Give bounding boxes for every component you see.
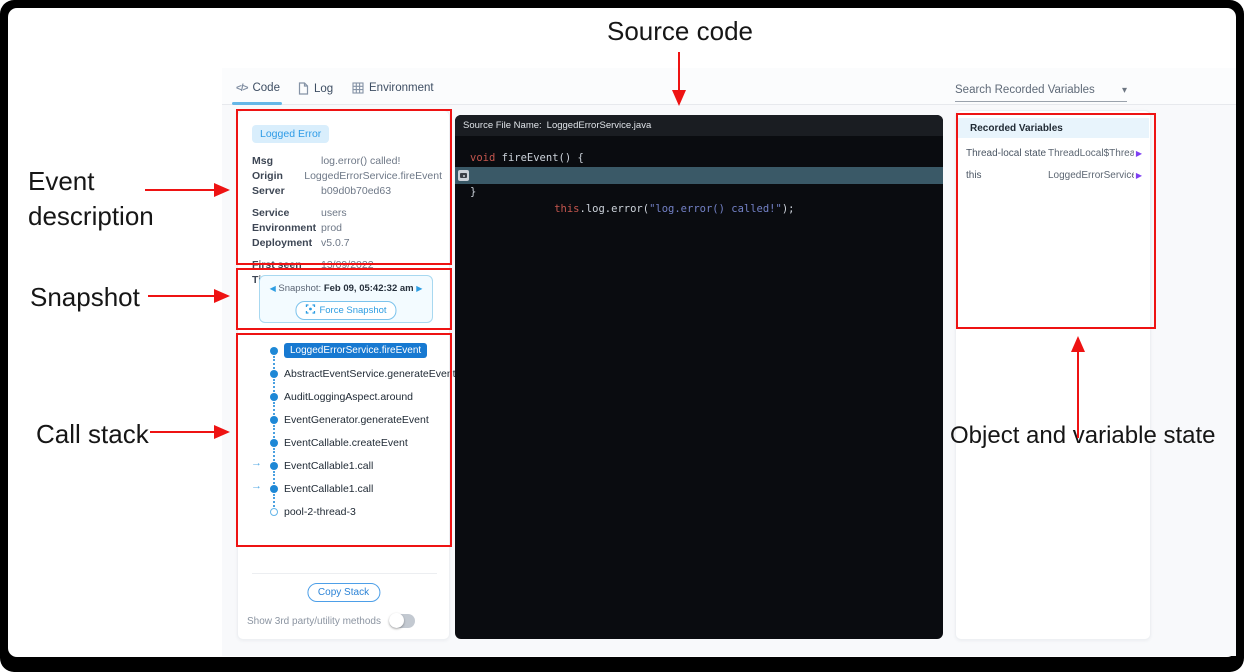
stack-frame[interactable]: → EventCallable1.call xyxy=(246,454,443,477)
stack-frame[interactable]: EventGenerator.generateEvent xyxy=(246,408,443,431)
frame-dot-icon xyxy=(270,439,278,447)
next-snapshot-arrow[interactable]: ▶ xyxy=(416,284,422,293)
frame-dot-icon xyxy=(270,347,278,355)
expand-arrow-icon[interactable]: ▶ xyxy=(1136,171,1142,180)
source-file-name: LoggedErrorService.java xyxy=(547,120,652,131)
code-line-3: } xyxy=(455,184,943,201)
code-editor: void fireEvent() { this.log.error("log.e… xyxy=(455,136,943,201)
stack-frame[interactable]: AbstractEventService.generateEvent xyxy=(246,362,443,385)
tab-code[interactable]: </> Code xyxy=(236,82,280,94)
call-stack-list: LoggedErrorService.fireEvent AbstractEve… xyxy=(246,339,443,523)
source-file-label: Source File Name: xyxy=(463,120,542,131)
event-field-first-seen: First seen 13/09/2022 xyxy=(252,257,442,272)
thread-dot-icon xyxy=(270,508,278,516)
frame-dot-icon xyxy=(270,393,278,401)
third-party-toggle[interactable] xyxy=(389,614,415,628)
snapshot-label: Snapshot: xyxy=(278,283,321,294)
copy-stack-button[interactable]: Copy Stack xyxy=(307,583,380,602)
search-recorded-variables-select[interactable]: Search Recorded Variables ▾ xyxy=(955,84,1127,102)
force-snapshot-label: Force Snapshot xyxy=(319,305,386,316)
snapshot-nav: ◀ Snapshot: Feb 09, 05:42:32 am ▶ xyxy=(260,283,432,294)
annotation-object-state: Object and variable state xyxy=(950,420,1244,452)
tab-log[interactable]: Log xyxy=(298,82,333,95)
frame-dot-icon xyxy=(270,370,278,378)
event-field-origin: Origin LoggedErrorService.fireEvent xyxy=(252,168,442,183)
recorded-variables-panel: Recorded Variables Thread-local state Th… xyxy=(955,110,1151,640)
event-field-environment: Environment prod xyxy=(252,220,442,235)
capture-icon xyxy=(305,304,315,317)
snapshot-camera-icon[interactable] xyxy=(458,170,469,181)
third-party-toggle-row: Show 3rd party/utility methods xyxy=(247,614,415,628)
stack-frame-thread[interactable]: pool-2-thread-3 xyxy=(246,500,443,523)
chevron-down-icon: ▾ xyxy=(1122,85,1127,96)
code-line-2-highlighted[interactable]: this.log.error("log.error() called!"); xyxy=(455,167,943,184)
stack-frame[interactable]: EventCallable.createEvent xyxy=(246,431,443,454)
annotation-event-description: Event description xyxy=(28,164,203,234)
divider xyxy=(252,573,437,574)
grid-icon xyxy=(352,82,364,94)
event-field-deployment: Deployment v5.0.7 xyxy=(252,235,442,250)
jump-arrow-icon: → xyxy=(251,480,262,492)
force-snapshot-button[interactable]: Force Snapshot xyxy=(295,301,396,320)
frame-dot-icon xyxy=(270,485,278,493)
variable-row[interactable]: Thread-local state ThreadLocal$ThreadL..… xyxy=(956,142,1150,164)
tab-environment-label: Environment xyxy=(369,82,434,94)
code-icon: </> xyxy=(236,83,247,94)
stack-frame[interactable]: LoggedErrorService.fireEvent xyxy=(246,339,443,362)
prev-snapshot-arrow[interactable]: ◀ xyxy=(270,284,276,293)
screenshot-frame: </> Code Log Environment Search Recorded… xyxy=(0,0,1244,672)
source-file-header: Source File Name: LoggedErrorService.jav… xyxy=(455,115,943,136)
event-field-server: Server b09d0b70ed63 xyxy=(252,183,442,198)
logged-error-badge: Logged Error xyxy=(252,125,329,143)
source-code-panel: Source File Name: LoggedErrorService.jav… xyxy=(455,115,943,639)
stack-frame[interactable]: AuditLoggingAspect.around xyxy=(246,385,443,408)
expand-arrow-icon[interactable]: ▶ xyxy=(1136,149,1142,158)
annotation-call-stack: Call stack xyxy=(36,417,149,452)
snapshot-timestamp: Feb 09, 05:42:32 am xyxy=(324,283,414,294)
event-field-msg: Msg log.error() called! xyxy=(252,153,442,168)
code-line-1: void fireEvent() { xyxy=(455,150,943,167)
tab-code-label: Code xyxy=(252,82,280,94)
toggle-label: Show 3rd party/utility methods xyxy=(247,616,381,627)
recorded-variables-header: Recorded Variables xyxy=(957,118,1149,138)
tab-log-label: Log xyxy=(314,83,333,95)
variable-row[interactable]: this LoggedErrorService ▶ xyxy=(956,164,1150,186)
event-fields: Msg log.error() called! Origin LoggedErr… xyxy=(252,153,442,287)
tab-environment[interactable]: Environment xyxy=(352,82,434,94)
jump-arrow-icon: → xyxy=(251,457,262,469)
frame-dot-icon xyxy=(270,416,278,424)
stack-frame[interactable]: → EventCallable1.call xyxy=(246,477,443,500)
snapshot-widget: ◀ Snapshot: Feb 09, 05:42:32 am ▶ Force … xyxy=(259,275,433,323)
annotation-snapshot: Snapshot xyxy=(30,280,140,315)
event-details-panel: Logged Error Msg log.error() called! Ori… xyxy=(237,110,450,640)
annotation-source-code: Source code xyxy=(600,14,760,49)
toggle-knob xyxy=(389,613,404,628)
event-field-service: Service users xyxy=(252,205,442,220)
document-icon xyxy=(298,82,309,95)
frame-dot-icon xyxy=(270,462,278,470)
search-select-label: Search Recorded Variables xyxy=(955,84,1095,96)
active-tab-underline xyxy=(232,102,282,105)
